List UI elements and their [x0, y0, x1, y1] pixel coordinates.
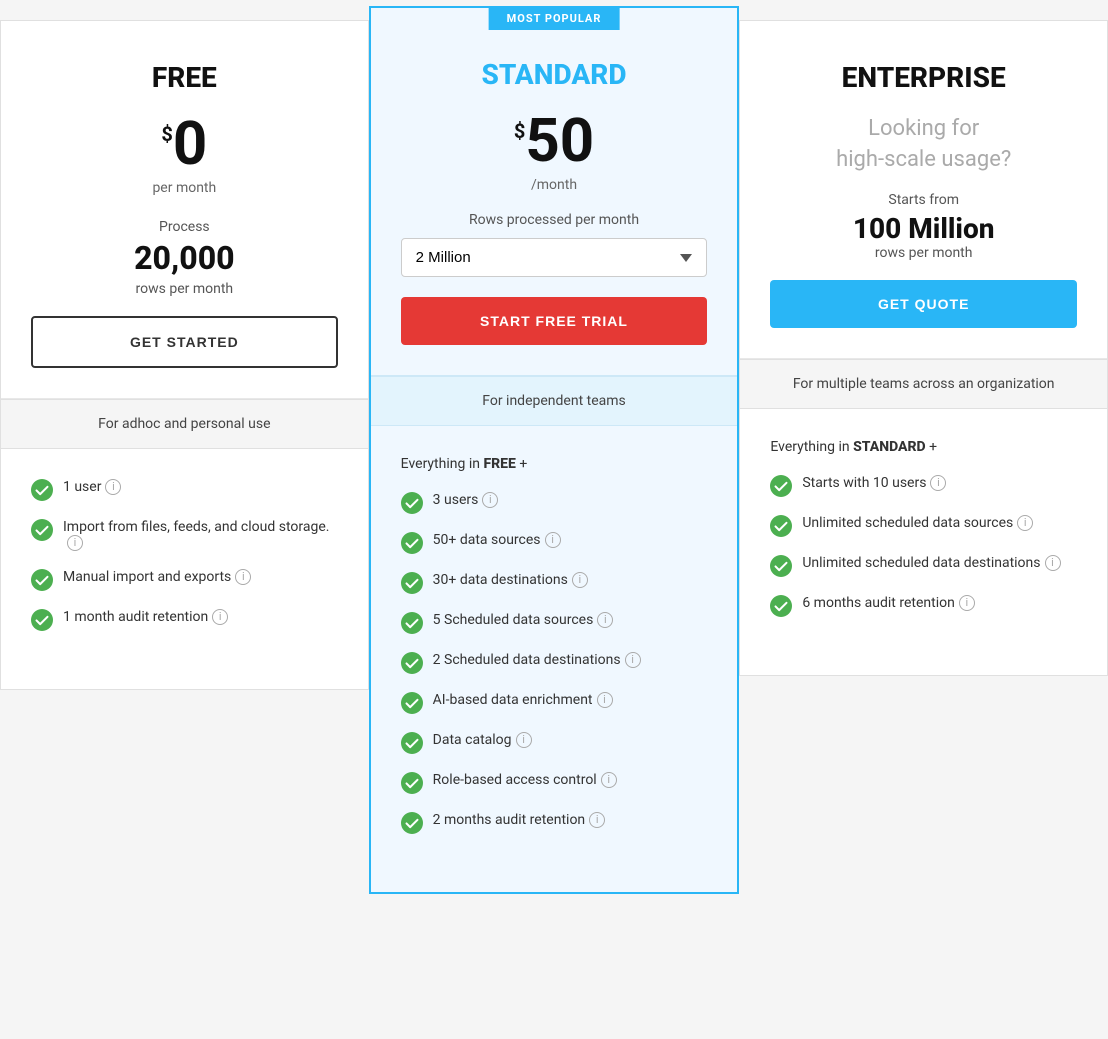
- info-icon: i: [572, 572, 588, 588]
- standard-price-dollar: $: [514, 119, 525, 143]
- free-use-case: For adhoc and personal use: [1, 399, 368, 449]
- standard-price-period: /month: [401, 177, 708, 193]
- info-icon: i: [597, 692, 613, 708]
- info-icon: i: [625, 652, 641, 668]
- free-price-area: $ 0: [31, 114, 338, 174]
- standard-plan-name: STANDARD: [401, 58, 708, 91]
- features-intro: Everything in FREE +: [401, 456, 708, 472]
- feature-text: 1 month audit retentioni: [63, 609, 228, 625]
- feature-item: 2 Scheduled data destinationsi: [401, 652, 708, 674]
- feature-text: Import from files, feeds, and cloud stor…: [63, 519, 338, 551]
- feature-text: Data catalogi: [433, 732, 532, 748]
- free-features: 1 useri Import from files, feeds, and cl…: [1, 449, 368, 689]
- free-rows-label: Process: [31, 219, 338, 235]
- info-icon: i: [67, 535, 83, 551]
- standard-use-case: For independent teams: [371, 376, 738, 426]
- feature-text: 5 Scheduled data sourcesi: [433, 612, 614, 628]
- feature-text: 2 Scheduled data destinationsi: [433, 652, 641, 668]
- plan-card-enterprise: ENTERPRISE Looking forhigh-scale usage? …: [739, 20, 1108, 676]
- enterprise-rows: 100 Million: [770, 212, 1077, 245]
- free-header: FREE $ 0 per month Process 20,000 rows p…: [1, 21, 368, 399]
- feature-text: Manual import and exportsi: [63, 569, 251, 585]
- feature-item: Data catalogi: [401, 732, 708, 754]
- feature-text: AI-based data enrichmenti: [433, 692, 613, 708]
- free-plan-name: FREE: [31, 61, 338, 94]
- feature-item: 1 month audit retentioni: [31, 609, 338, 631]
- standard-price-area: $ 50: [401, 111, 708, 171]
- free-rows-count: 20,000: [31, 239, 338, 277]
- info-icon: i: [212, 609, 228, 625]
- feature-item: Unlimited scheduled data destinationsi: [770, 555, 1077, 577]
- enterprise-cta-button[interactable]: GET QUOTE: [770, 280, 1077, 328]
- pricing-container: FREE $ 0 per month Process 20,000 rows p…: [0, 20, 1108, 894]
- enterprise-starts: Starts from: [770, 192, 1077, 208]
- feature-text: Starts with 10 usersi: [802, 475, 946, 491]
- feature-item: 30+ data destinationsi: [401, 572, 708, 594]
- feature-text: 6 months audit retentioni: [802, 595, 974, 611]
- feature-text: Role-based access controli: [433, 772, 617, 788]
- free-price-dollar: $: [161, 122, 172, 146]
- standard-header: STANDARD $ 50 /month Rows processed per …: [371, 8, 738, 376]
- info-icon: i: [930, 475, 946, 491]
- plan-card-free: FREE $ 0 per month Process 20,000 rows p…: [0, 20, 369, 690]
- feature-item: Manual import and exportsi: [31, 569, 338, 591]
- free-rows-sublabel: rows per month: [31, 281, 338, 297]
- plan-card-standard: MOST POPULAR STANDARD $ 50 /month Rows p…: [369, 6, 740, 894]
- feature-text: 50+ data sourcesi: [433, 532, 561, 548]
- info-icon: i: [589, 812, 605, 828]
- enterprise-use-case: For multiple teams across an organizatio…: [740, 359, 1107, 409]
- standard-cta-button[interactable]: START FREE TRIAL: [401, 297, 708, 345]
- most-popular-badge: MOST POPULAR: [489, 7, 620, 30]
- feature-text: 1 useri: [63, 479, 121, 495]
- free-price-period: per month: [31, 180, 338, 196]
- free-cta-button[interactable]: GET STARTED: [31, 316, 338, 368]
- rows-dropdown[interactable]: 1 Million 2 Million 5 Million 10 Million: [401, 238, 708, 277]
- feature-item: Role-based access controli: [401, 772, 708, 794]
- standard-price-amount: 50: [525, 111, 594, 171]
- info-icon: i: [959, 595, 975, 611]
- info-icon: i: [545, 532, 561, 548]
- feature-item: 3 usersi: [401, 492, 708, 514]
- info-icon: i: [597, 612, 613, 628]
- feature-item: 2 months audit retentioni: [401, 812, 708, 834]
- info-icon: i: [1017, 515, 1033, 531]
- feature-item: Import from files, feeds, and cloud stor…: [31, 519, 338, 551]
- feature-item: 50+ data sourcesi: [401, 532, 708, 554]
- enterprise-header: ENTERPRISE Looking forhigh-scale usage? …: [740, 21, 1107, 359]
- standard-features: Everything in FREE + 3 usersi 50+ data s…: [371, 426, 738, 892]
- standard-rows-processed-label: Rows processed per month: [401, 212, 708, 228]
- feature-item: AI-based data enrichmenti: [401, 692, 708, 714]
- info-icon: i: [601, 772, 617, 788]
- enterprise-plan-name: ENTERPRISE: [770, 61, 1077, 94]
- enterprise-rows-label: rows per month: [770, 245, 1077, 261]
- enterprise-features: Everything in STANDARD + Starts with 10 …: [740, 409, 1107, 675]
- feature-text: 2 months audit retentioni: [433, 812, 605, 828]
- free-price-amount: 0: [173, 114, 207, 174]
- feature-text: 3 usersi: [433, 492, 499, 508]
- feature-text: Unlimited scheduled data sourcesi: [802, 515, 1033, 531]
- info-icon: i: [1045, 555, 1061, 571]
- feature-item: Unlimited scheduled data sourcesi: [770, 515, 1077, 537]
- features-intro: Everything in STANDARD +: [770, 439, 1077, 455]
- feature-item: 5 Scheduled data sourcesi: [401, 612, 708, 634]
- info-icon: i: [516, 732, 532, 748]
- info-icon: i: [482, 492, 498, 508]
- info-icon: i: [235, 569, 251, 585]
- feature-item: 1 useri: [31, 479, 338, 501]
- info-icon: i: [105, 479, 121, 495]
- feature-item: Starts with 10 usersi: [770, 475, 1077, 497]
- feature-text: 30+ data destinationsi: [433, 572, 588, 588]
- enterprise-tagline: Looking forhigh-scale usage?: [770, 114, 1077, 176]
- feature-item: 6 months audit retentioni: [770, 595, 1077, 617]
- feature-text: Unlimited scheduled data destinationsi: [802, 555, 1060, 571]
